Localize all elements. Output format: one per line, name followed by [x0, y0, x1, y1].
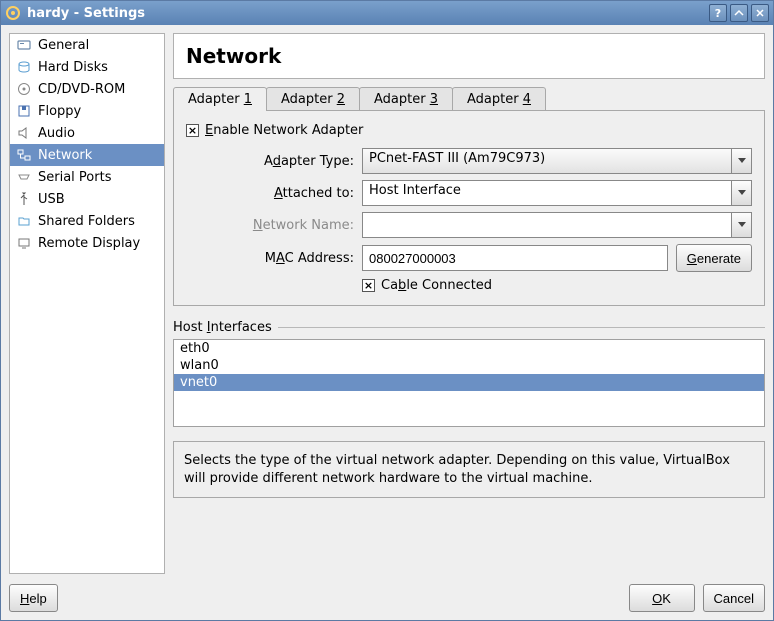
- serial-icon: [16, 169, 32, 185]
- app-icon: [5, 5, 21, 21]
- close-titlebar-button[interactable]: [751, 4, 769, 22]
- sidebar-item-floppy[interactable]: Floppy: [10, 100, 164, 122]
- host-interfaces-label: Host Interfaces: [173, 320, 272, 335]
- sidebar-item-remote-display[interactable]: Remote Display: [10, 232, 164, 254]
- rollup-titlebar-button[interactable]: [730, 4, 748, 22]
- sidebar-item-cd-dvd[interactable]: CD/DVD-ROM: [10, 78, 164, 100]
- disc-icon: [16, 81, 32, 97]
- attached-to-value: Host Interface: [362, 180, 732, 206]
- page-title: Network: [173, 33, 765, 79]
- host-interfaces-list[interactable]: eth0 wlan0 vnet0: [173, 339, 765, 427]
- window-title: hardy - Settings: [27, 6, 706, 21]
- tab-adapter-4[interactable]: Adapter 4: [452, 87, 546, 111]
- help-titlebar-button[interactable]: ?: [709, 4, 727, 22]
- attached-to-label: Attached to:: [206, 186, 354, 201]
- sidebar-item-network[interactable]: Network: [10, 144, 164, 166]
- sidebar-item-hard-disks[interactable]: Hard Disks: [10, 56, 164, 78]
- sidebar-item-usb[interactable]: USB: [10, 188, 164, 210]
- sidebar-item-general[interactable]: General: [10, 34, 164, 56]
- network-name-label: Network Name:: [206, 218, 354, 233]
- network-name-combo[interactable]: [362, 212, 752, 238]
- sidebar-item-audio[interactable]: Audio: [10, 122, 164, 144]
- adapter-type-select[interactable]: PCnet-FAST III (Am79C973): [362, 148, 752, 174]
- audio-icon: [16, 125, 32, 141]
- list-item[interactable]: eth0: [174, 340, 764, 357]
- enable-adapter-checkbox[interactable]: × Enable Network Adapter: [186, 123, 752, 138]
- list-item[interactable]: vnet0: [174, 374, 764, 391]
- host-interfaces-section: Host Interfaces eth0 wlan0 vnet0: [173, 320, 765, 427]
- sidebar-item-label: Audio: [38, 126, 75, 141]
- sidebar-item-label: Remote Display: [38, 236, 140, 251]
- tab-adapter-3[interactable]: Adapter 3: [359, 87, 453, 111]
- sidebar-item-label: General: [38, 38, 89, 53]
- general-icon: [16, 37, 32, 53]
- floppy-icon: [16, 103, 32, 119]
- mac-address-input[interactable]: [362, 245, 668, 271]
- divider: [278, 327, 765, 328]
- checkbox-icon: ×: [362, 279, 375, 292]
- tab-adapter-2[interactable]: Adapter 2: [266, 87, 360, 111]
- help-button[interactable]: Help: [9, 584, 58, 612]
- sidebar-item-label: Hard Disks: [38, 60, 108, 75]
- category-sidebar[interactable]: General Hard Disks CD/DVD-ROM Floppy Aud…: [9, 33, 165, 574]
- adapter-panel: × Enable Network Adapter Adapter Type: P…: [173, 110, 765, 306]
- checkbox-icon: ×: [186, 124, 199, 137]
- cancel-button[interactable]: Cancel: [703, 584, 765, 612]
- sidebar-item-label: CD/DVD-ROM: [38, 82, 125, 97]
- dropdown-icon: [732, 148, 752, 174]
- network-name-input[interactable]: [362, 212, 732, 238]
- display-icon: [16, 235, 32, 251]
- attached-to-select[interactable]: Host Interface: [362, 180, 752, 206]
- list-item[interactable]: wlan0: [174, 357, 764, 374]
- sidebar-item-label: Serial Ports: [38, 170, 111, 185]
- tab-adapter-1[interactable]: Adapter 1: [173, 87, 267, 111]
- sidebar-item-label: Floppy: [38, 104, 81, 119]
- dropdown-icon: [732, 212, 752, 238]
- generate-button[interactable]: Generate: [676, 244, 752, 272]
- cable-connected-checkbox[interactable]: × Cable Connected: [362, 278, 752, 293]
- dropdown-icon: [732, 180, 752, 206]
- description-box: Selects the type of the virtual network …: [173, 441, 765, 498]
- folder-icon: [16, 213, 32, 229]
- network-icon: [16, 147, 32, 163]
- sidebar-item-label: Network: [38, 148, 92, 163]
- sidebar-item-shared-folders[interactable]: Shared Folders: [10, 210, 164, 232]
- sidebar-item-label: USB: [38, 192, 65, 207]
- hard-disk-icon: [16, 59, 32, 75]
- adapter-tabs: Adapter 1 Adapter 2 Adapter 3 Adapter 4: [173, 87, 765, 111]
- titlebar: hardy - Settings ?: [1, 1, 773, 25]
- sidebar-item-label: Shared Folders: [38, 214, 135, 229]
- adapter-type-value: PCnet-FAST III (Am79C973): [362, 148, 732, 174]
- usb-icon: [16, 191, 32, 207]
- sidebar-item-serial-ports[interactable]: Serial Ports: [10, 166, 164, 188]
- adapter-type-label: Adapter Type:: [206, 154, 354, 169]
- mac-address-label: MAC Address:: [206, 251, 354, 266]
- ok-button[interactable]: OK: [629, 584, 695, 612]
